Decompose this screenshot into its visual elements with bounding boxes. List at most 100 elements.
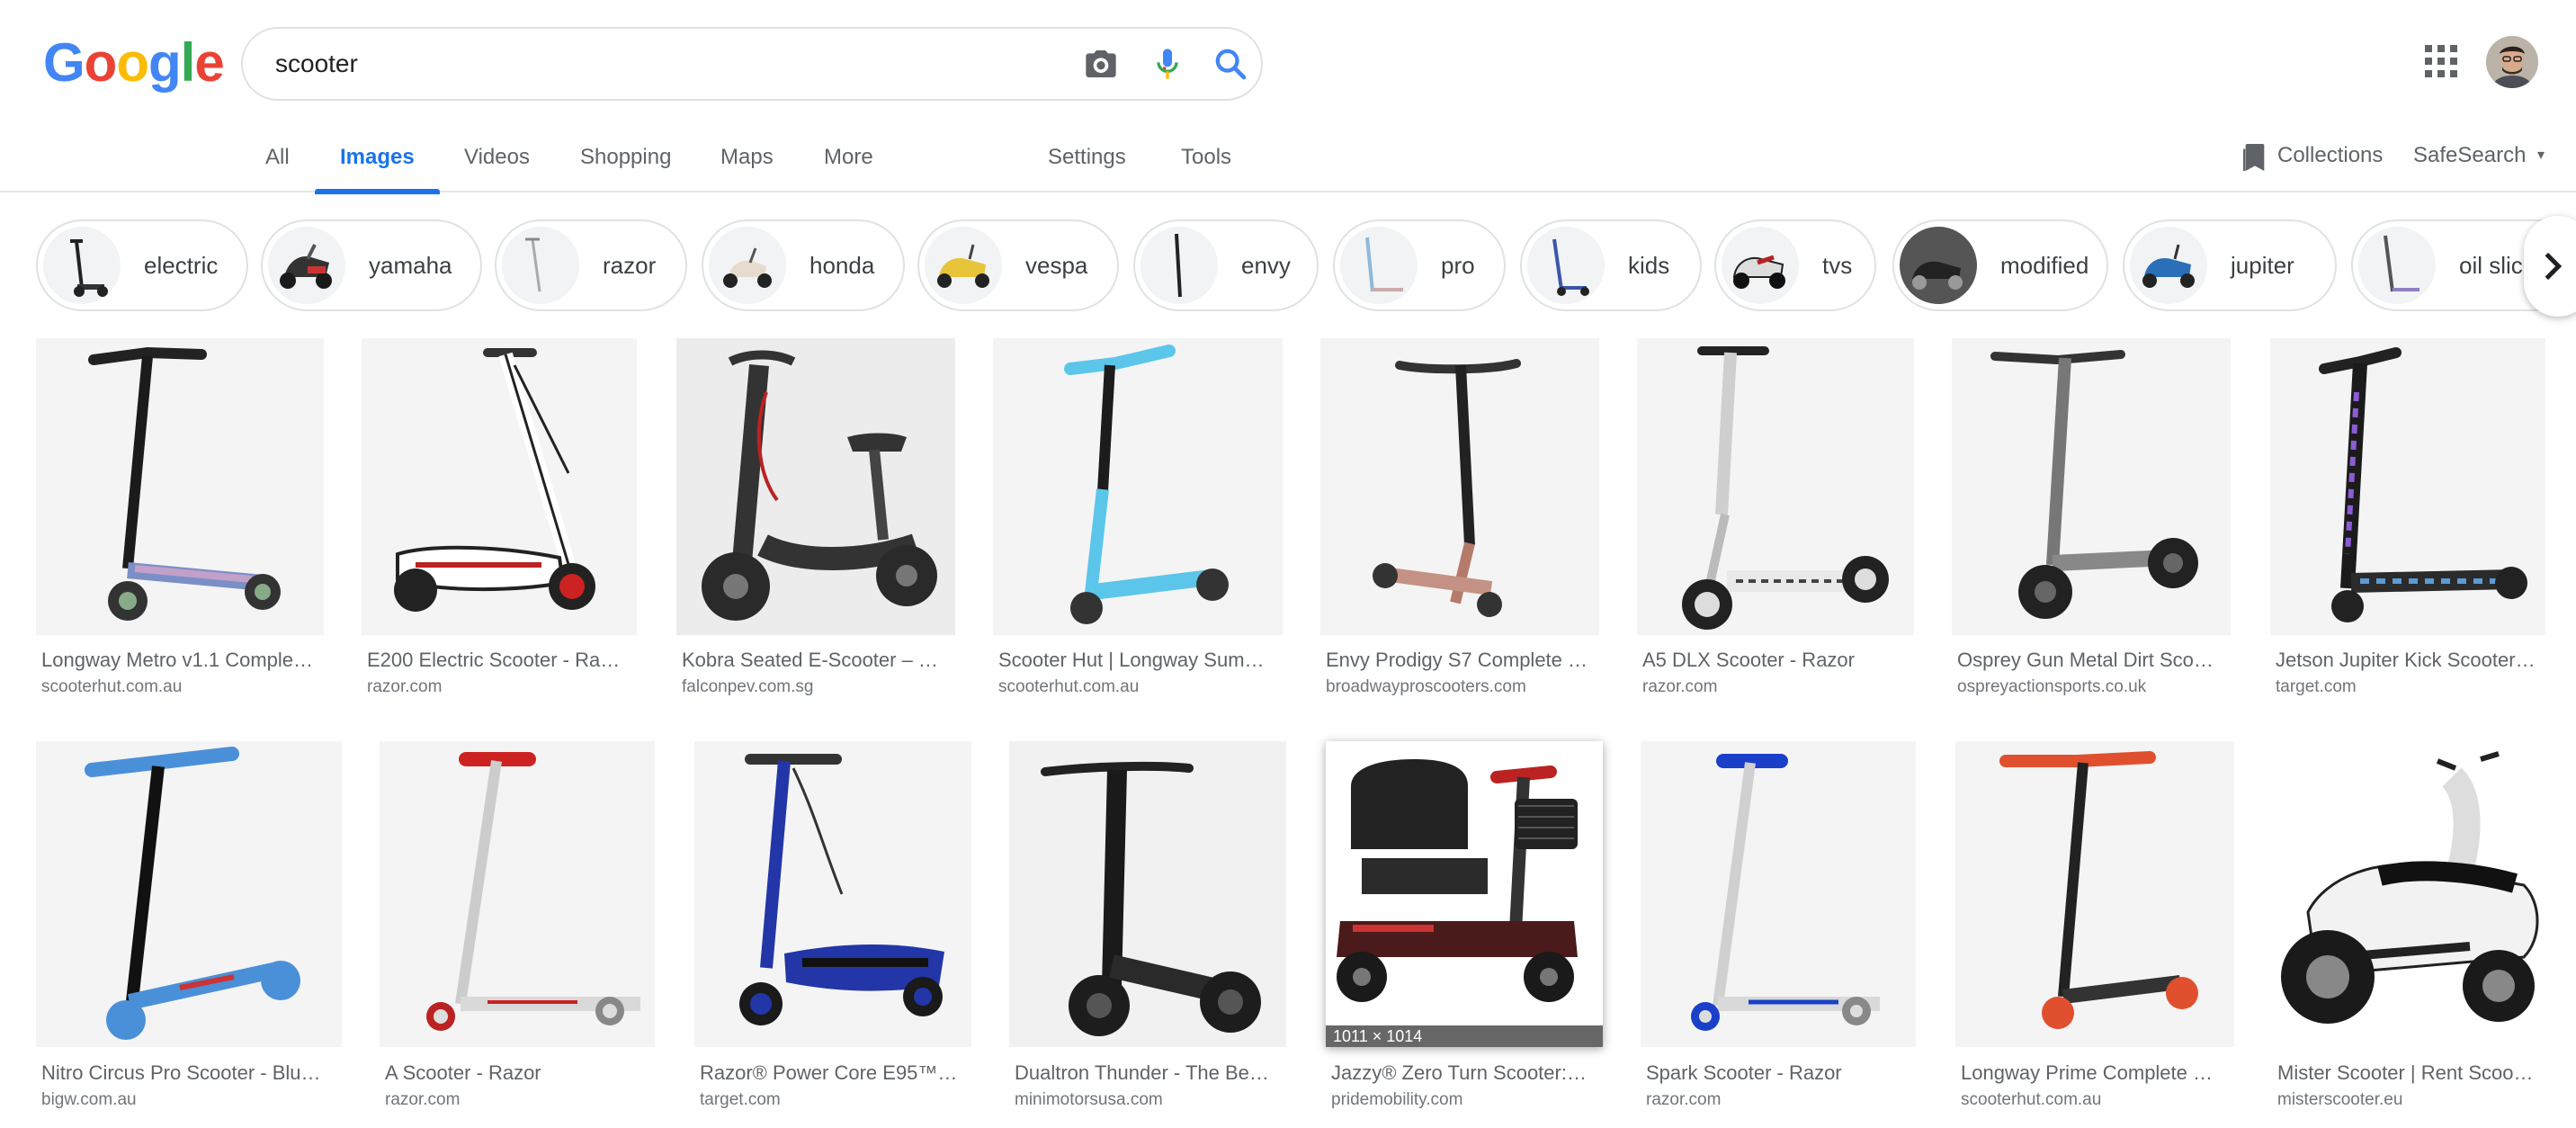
result-source[interactable]: minimotorsusa.com [1015,1090,1286,1110]
image-result[interactable]: Mister Scooter | Rent Scoo… misterscoote… [2272,741,2551,1128]
result-title[interactable]: Envy Prodigy S7 Complete … [1326,649,1599,672]
result-title[interactable]: Dualtron Thunder - The Be… [1015,1061,1286,1085]
avatar[interactable] [2486,36,2538,88]
result-source[interactable]: bigw.com.au [41,1090,342,1110]
result-title[interactable]: Nitro Circus Pro Scooter - Blu… [41,1061,342,1085]
result-image[interactable] [380,741,655,1047]
result-source[interactable]: target.com [2276,677,2545,697]
result-source[interactable]: scooterhut.com.au [41,677,324,697]
result-source[interactable]: broadwayproscooters.com [1326,677,1599,697]
result-image[interactable] [1320,338,1599,635]
kick-scooter-image [1373,359,1521,617]
chip-razor[interactable]: razor [495,219,687,311]
result-image[interactable] [993,338,1283,635]
search-box[interactable]: scooter [241,27,1263,101]
result-title[interactable]: A Scooter - Razor [385,1061,655,1085]
chips-next-button[interactable] [2524,216,2576,317]
result-title[interactable]: Mister Scooter | Rent Scoo… [2277,1061,2551,1085]
result-title[interactable]: A5 DLX Scooter - Razor [1642,649,1914,672]
image-result[interactable]: Longway Prime Complete … scooterhut.com.… [1955,741,2234,1128]
result-image[interactable] [1641,741,1916,1047]
tab-videos[interactable]: Videos [464,135,530,192]
result-title[interactable]: Longway Prime Complete … [1961,1061,2234,1085]
result-title[interactable]: Osprey Gun Metal Dirt Sco… [1957,649,2231,672]
image-result[interactable]: Spark Scooter - Razor razor.com [1641,741,1916,1128]
motor-scooter-image [2281,751,2539,1024]
chip-pro[interactable]: pro [1333,219,1506,311]
result-title[interactable]: Kobra Seated E-Scooter – … [682,649,955,672]
result-source[interactable]: scooterhut.com.au [998,677,1283,697]
result-image[interactable] [36,741,342,1047]
image-result[interactable]: E200 Electric Scooter - Ra… razor.com [362,338,637,707]
result-image[interactable] [676,338,955,635]
image-result[interactable]: Scooter Hut | Longway Sum… scooterhut.co… [993,338,1283,707]
image-result[interactable]: Kobra Seated E-Scooter – … falconpev.com… [676,338,955,707]
result-image[interactable] [36,338,324,635]
result-title[interactable]: Longway Metro v1.1 Comple… [41,649,324,672]
result-title[interactable]: Jetson Jupiter Kick Scooter… [2276,649,2545,672]
chip-label: jupiter [2231,252,2294,279]
result-source[interactable]: pridemobility.com [1331,1090,1603,1110]
search-input[interactable]: scooter [275,29,358,99]
camera-icon[interactable] [1083,46,1119,82]
result-title[interactable]: Razor® Power Core E95™… [700,1061,971,1085]
image-result[interactable]: Nitro Circus Pro Scooter - Blu… bigw.com… [36,741,342,1128]
image-result[interactable]: Jetson Jupiter Kick Scooter… target.com [2270,338,2545,707]
image-result[interactable]: Razor® Power Core E95™… target.com [694,741,971,1128]
image-result[interactable]: Envy Prodigy S7 Complete … broadwayprosc… [1320,338,1599,707]
image-result[interactable]: A Scooter - Razor razor.com [380,741,655,1128]
result-image[interactable] [362,338,637,635]
result-source[interactable]: falconpev.com.sg [682,677,955,697]
tab-more[interactable]: More [824,135,873,192]
result-image[interactable]: 1011 × 1014 [1326,741,1603,1047]
chip-yamaha[interactable]: yamaha [261,219,482,311]
result-image[interactable] [694,741,971,1047]
result-image[interactable] [1637,338,1914,635]
chip-jupiter[interactable]: jupiter [2123,219,2337,311]
image-result[interactable]: A5 DLX Scooter - Razor razor.com [1637,338,1914,707]
kick-scooter-image [88,346,281,621]
image-result[interactable]: 1011 × 1014 Jazzy® Zero Turn Scooter:… p… [1326,741,1603,1128]
result-source[interactable]: razor.com [385,1090,655,1110]
safesearch-button[interactable]: SafeSearch ▾ [2413,135,2545,180]
image-result[interactable]: Osprey Gun Metal Dirt Sco… ospreyactions… [1952,338,2231,707]
microphone-icon[interactable] [1149,46,1185,82]
result-title[interactable]: Scooter Hut | Longway Sum… [998,649,1283,672]
chip-vespa[interactable]: vespa [917,219,1119,311]
result-source[interactable]: razor.com [367,677,637,697]
result-image[interactable] [1955,741,2234,1047]
result-image[interactable] [2270,338,2545,635]
result-title[interactable]: Jazzy® Zero Turn Scooter:… [1331,1061,1603,1085]
result-title[interactable]: E200 Electric Scooter - Ra… [367,649,637,672]
result-source[interactable]: razor.com [1646,1090,1916,1110]
chip-label: razor [603,252,657,279]
result-image[interactable] [2272,741,2551,1047]
chip-kids[interactable]: kids [1520,219,1702,311]
tab-shopping[interactable]: Shopping [580,135,671,192]
tab-settings[interactable]: Settings [1048,135,1126,192]
tab-tools[interactable]: Tools [1181,135,1231,192]
result-source[interactable]: scooterhut.com.au [1961,1090,2234,1110]
image-result[interactable]: Longway Metro v1.1 Comple… scooterhut.co… [36,338,324,707]
chip-modified[interactable]: modified [1892,219,2108,311]
result-image[interactable] [1009,741,1286,1047]
result-source[interactable]: razor.com [1642,677,1914,697]
result-image[interactable] [1952,338,2231,635]
image-result[interactable]: Dualtron Thunder - The Be… minimotorsusa… [1009,741,1286,1128]
result-source[interactable]: ospreyactionsports.co.uk [1957,677,2231,697]
chip-envy[interactable]: envy [1133,219,1319,311]
result-source[interactable]: misterscooter.eu [2277,1090,2551,1110]
chip-electric[interactable]: electric [36,219,248,311]
tab-maps[interactable]: Maps [720,135,774,192]
result-title[interactable]: Spark Scooter - Razor [1646,1061,1916,1085]
chip-tvs[interactable]: tvs [1714,219,1876,311]
chip-thumbnail [2358,227,2436,304]
result-source[interactable]: target.com [700,1090,971,1110]
apps-grid-icon[interactable] [2425,45,2457,77]
tab-all[interactable]: All [265,135,290,192]
kick-scooter-image [426,752,640,1031]
google-logo[interactable]: Google [43,31,225,95]
search-icon[interactable] [1212,46,1248,82]
tab-images[interactable]: Images [315,135,440,194]
chip-honda[interactable]: honda [702,219,905,311]
